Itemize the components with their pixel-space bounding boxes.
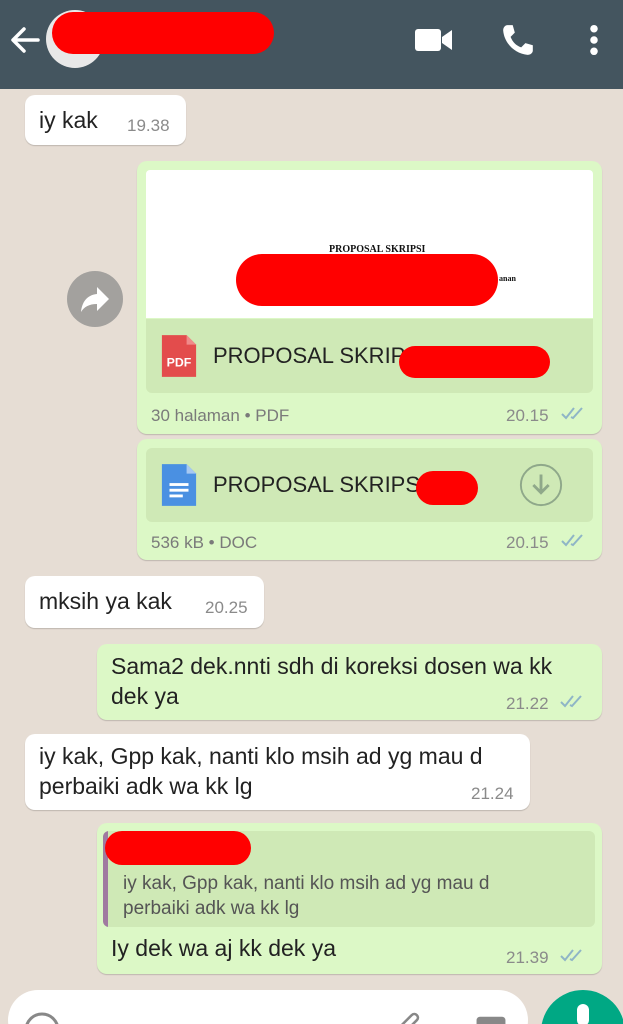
camera-icon[interactable] [472, 1010, 510, 1024]
message-time: 20.25 [205, 598, 248, 617]
forward-icon [81, 287, 109, 312]
message-line: perbaiki adk wa kk lg [39, 773, 253, 799]
quote-line: iy kak, Gpp kak, nanti klo msih ad yg ma… [123, 873, 490, 894]
message-time: 21.22 [506, 694, 549, 713]
document-card[interactable]: PROPOSAL SKRIPSI ... [146, 448, 593, 522]
emoji-icon[interactable] [22, 1010, 62, 1024]
outgoing-document-message[interactable]: PROPOSAL SKRIPSI ... 536 kB • DOC 20.15 [137, 439, 602, 560]
message-list[interactable]: iy kak 19.38 PROPOSAL SKRIPSI anan PDF P… [0, 89, 623, 1024]
preview-redaction [236, 254, 498, 306]
message-line: Sama2 dek.nnti sdh di koreksi dosen wa k… [111, 653, 553, 679]
message-line: dek ya [111, 683, 179, 709]
incoming-message[interactable]: iy kak, Gpp kak, nanti klo msih ad yg ma… [25, 734, 530, 810]
more-vert-icon[interactable] [588, 24, 600, 56]
paperclip-icon[interactable] [393, 1010, 427, 1024]
outgoing-document-message[interactable]: PROPOSAL SKRIPSI anan PDF PROPOSAL SKRIP… [137, 161, 602, 434]
incoming-message[interactable]: mksih ya kak 20.25 [25, 576, 264, 628]
arrow-left-icon[interactable] [8, 22, 42, 58]
file-name: PROPOSAL SKRIPSI [213, 472, 427, 497]
pdf-icon: PDF [161, 335, 197, 377]
incoming-message[interactable]: iy kak 19.38 [25, 95, 186, 145]
forward-button[interactable] [67, 271, 123, 327]
double-check-icon [561, 534, 583, 547]
file-name: PROPOSAL SKRIPS [213, 343, 421, 368]
outgoing-reply-message[interactable]: iy kak, Gpp kak, nanti klo msih ad yg ma… [97, 823, 602, 974]
phone-icon[interactable] [500, 22, 536, 58]
outgoing-message[interactable]: Sama2 dek.nnti sdh di koreksi dosen wa k… [97, 644, 602, 720]
double-check-icon [561, 407, 583, 420]
document-meta: 536 kB • DOC [151, 533, 258, 552]
quote-line: perbaiki adk wa kk lg [123, 898, 300, 919]
quoted-message[interactable]: iy kak, Gpp kak, nanti klo msih ad yg ma… [103, 831, 595, 927]
pdf-badge-text: PDF [167, 355, 192, 369]
double-check-icon [560, 949, 582, 962]
message-time: 21.39 [506, 948, 549, 967]
message-time: 21.24 [471, 784, 514, 803]
quote-sender-redaction [105, 831, 251, 865]
double-check-icon [560, 695, 582, 708]
chat-header [0, 0, 623, 89]
file-name-redaction [399, 346, 550, 378]
message-text: mksih ya kak [39, 588, 172, 614]
video-call-icon[interactable] [414, 26, 454, 54]
mic-button[interactable] [541, 990, 623, 1024]
doc-icon [161, 464, 197, 506]
message-composer[interactable] [8, 990, 528, 1024]
message-time: 20.15 [506, 406, 549, 425]
document-meta: 30 halaman • PDF [151, 406, 290, 425]
document-card[interactable]: PDF PROPOSAL SKRIPS [146, 319, 593, 393]
download-icon[interactable] [518, 462, 564, 508]
message-time: 19.38 [127, 116, 170, 135]
mic-icon [577, 1004, 589, 1024]
message-line: iy kak, Gpp kak, nanti klo msih ad yg ma… [39, 743, 483, 769]
message-time: 20.15 [506, 533, 549, 552]
file-name-redaction [416, 471, 478, 505]
preview-text: anan [499, 274, 516, 283]
message-text: Iy dek wa aj kk dek ya [111, 935, 336, 961]
pdf-preview[interactable]: PROPOSAL SKRIPSI anan [146, 170, 593, 318]
message-text: iy kak [39, 107, 98, 133]
contact-name-redaction [52, 12, 274, 54]
